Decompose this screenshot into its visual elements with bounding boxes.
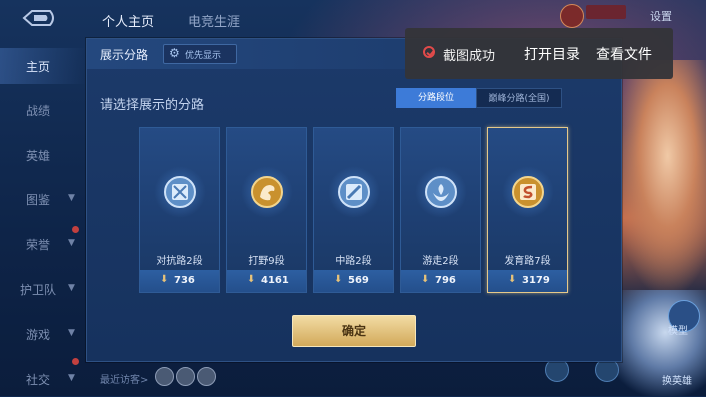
back-logo-icon[interactable] [20, 8, 58, 28]
lane-points: 796 [435, 275, 456, 286]
marksman-emblem-icon [512, 176, 544, 208]
lane-points-bar: ⬇ 736 [140, 270, 219, 292]
notification-dot [72, 226, 79, 233]
sidebar-item-label: 荣誉 [26, 238, 51, 252]
open-directory-link[interactable]: 打开目录 [524, 44, 580, 64]
lane-card-jungle[interactable]: 打野9段 ⬇ 4161 [226, 127, 307, 293]
sidebar-item-records[interactable]: 战绩 [0, 92, 86, 128]
lane-points: 3179 [522, 275, 550, 286]
settings-button[interactable]: 设置 [650, 8, 672, 24]
lane-points: 4161 [261, 275, 289, 286]
tab-esports-career[interactable]: 电竞生涯 [188, 11, 240, 30]
view-file-link[interactable]: 查看文件 [596, 44, 652, 64]
sidebar-item-label: 战绩 [26, 104, 51, 118]
magic-wand-emblem-icon [338, 176, 370, 208]
lane-name: 发育路7段 [504, 256, 551, 267]
change-hero-label[interactable]: 换英雄 [662, 372, 692, 387]
recent-visitors-link[interactable]: 最近访客> [100, 371, 148, 386]
rank-points-icon: ⬇ [334, 274, 343, 285]
support-emblem-icon [425, 176, 457, 208]
visitor-avatar[interactable] [176, 367, 195, 386]
sidebar-item-label: 主页 [26, 60, 51, 74]
lane-points-bar: ⬇ 796 [401, 270, 480, 292]
lane-name: 打野9段 [248, 256, 285, 267]
sidebar-item-label: 社交 [26, 373, 51, 387]
chevron-down-icon: ▼ [68, 373, 75, 383]
sidebar-item-home[interactable]: 主页 [0, 48, 86, 84]
visitor-avatar[interactable] [155, 367, 174, 386]
rank-points-icon: ⬇ [247, 274, 256, 285]
lane-card-support[interactable]: 游走2段 ⬇ 796 [400, 127, 481, 293]
lane-points: 569 [348, 275, 369, 286]
sidebar-item-social[interactable]: 社交 ▼ [0, 361, 86, 397]
confirm-button[interactable]: 确定 [292, 315, 416, 347]
sidebar-item-label: 英雄 [26, 149, 51, 163]
model-label: 模型 [668, 326, 688, 337]
success-check-icon [423, 46, 435, 58]
lane-card-mid[interactable]: 中路2段 ⬇ 569 [313, 127, 394, 293]
rank-points-icon: ⬇ [160, 274, 169, 285]
lane-points-bar: ⬇ 3179 [488, 270, 567, 292]
visitor-avatar[interactable] [197, 367, 216, 386]
sidebar-item-game[interactable]: 游戏 ▼ [0, 316, 86, 352]
sidebar-item-label: 护卫队 [20, 283, 57, 297]
sidebar: 主页 战绩 英雄 图鉴 ▼ 荣誉 ▼ 护卫队 ▼ 游戏 ▼ 社交 ▼ [0, 36, 86, 396]
lane-card-bottom[interactable]: 发育路7段 ⬇ 3179 [487, 127, 568, 293]
lane-points-bar: ⬇ 569 [314, 270, 393, 292]
tab-lane-rank[interactable]: 分路段位 [396, 88, 476, 108]
lane-name: 游走2段 [422, 256, 459, 267]
lane-points-bar: ⬇ 4161 [227, 270, 306, 292]
tab-peak-lane[interactable]: 巅峰分路(全国) [476, 88, 562, 108]
chevron-down-icon: ▼ [68, 238, 75, 248]
chevron-down-icon: ▼ [68, 193, 75, 203]
sword-shield-emblem-icon [164, 176, 196, 208]
toast-message: 截图成功 [443, 49, 496, 64]
gear-icon: ⚙ [169, 46, 180, 60]
lane-card-top[interactable]: 对抗路2段 ⬇ 736 [139, 127, 220, 293]
preference-display-label: 优先显示 [185, 51, 222, 61]
dialog-title: 展示分路 [100, 48, 149, 62]
sidebar-item-heroes[interactable]: 英雄 [0, 137, 86, 173]
lane-name: 对抗路2段 [156, 256, 203, 267]
rank-points-icon: ⬇ [421, 274, 430, 285]
sidebar-item-label: 游戏 [26, 328, 51, 342]
lane-display-dialog: 展示分路 ⚙ 优先显示 请选择展示的分路 分路段位 巅峰分路(全国) 对抗路2段… [86, 38, 622, 362]
rank-points-icon: ⬇ [508, 274, 517, 285]
sidebar-item-atlas[interactable]: 图鉴 ▼ [0, 181, 86, 217]
sidebar-item-guard-team[interactable]: 护卫队 ▼ [0, 271, 86, 307]
sidebar-item-label: 图鉴 [26, 193, 51, 207]
chevron-down-icon: ▼ [68, 328, 75, 338]
chevron-down-icon: ▼ [68, 283, 75, 293]
dragon-emblem-icon [251, 176, 283, 208]
screenshot-toast: 截图成功 打开目录 查看文件 [405, 28, 673, 79]
notification-dot [72, 358, 79, 365]
lane-name: 中路2段 [335, 256, 372, 267]
avatar[interactable] [560, 4, 584, 28]
lane-points: 736 [174, 275, 195, 286]
status-badge [586, 5, 626, 19]
mascot-artwork [610, 60, 706, 300]
tab-personal-home[interactable]: 个人主页 [102, 11, 154, 30]
preference-display-button[interactable]: ⚙ 优先显示 [163, 44, 237, 64]
section-heading: 请选择展示的分路 [100, 98, 205, 113]
